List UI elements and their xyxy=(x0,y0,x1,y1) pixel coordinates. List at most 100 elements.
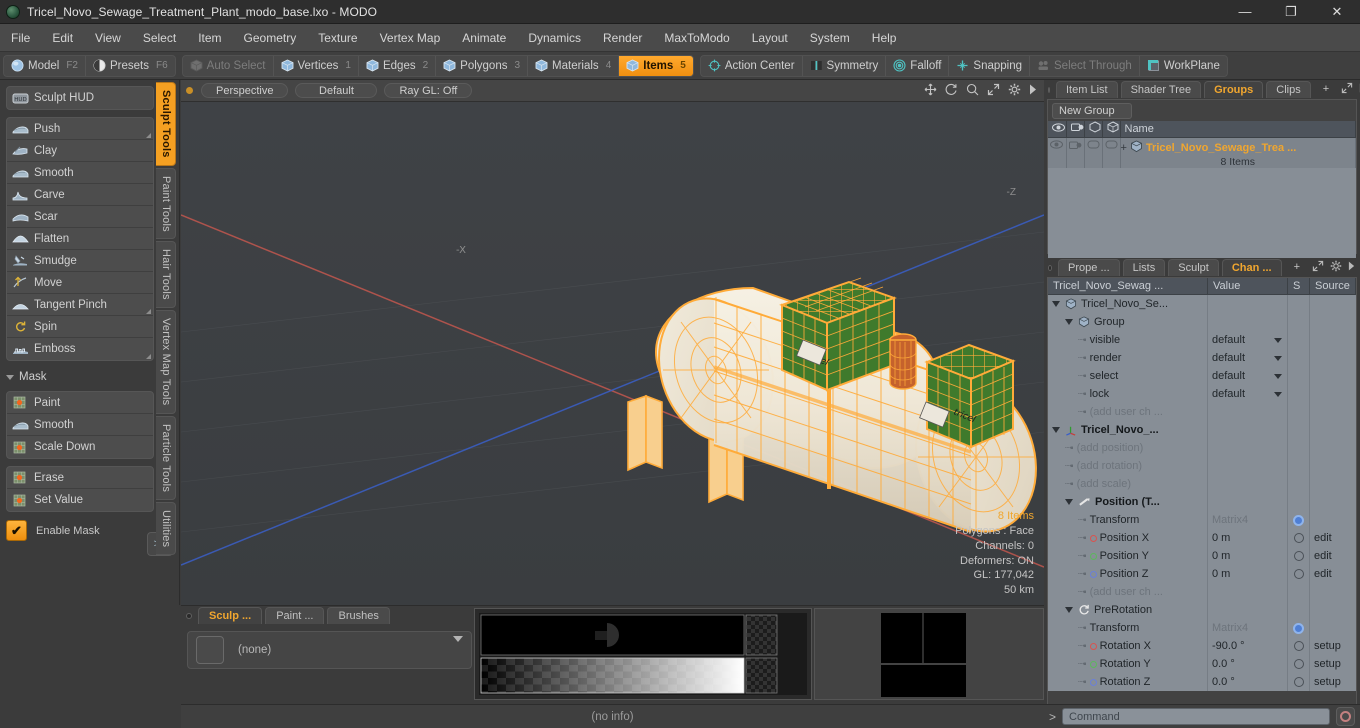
mode-button-auto-select[interactable]: Auto Select xyxy=(183,55,274,76)
chevron-down-icon[interactable] xyxy=(1274,337,1282,343)
vertical-tab-hair-tools[interactable]: Hair Tools xyxy=(156,241,176,309)
channel-row[interactable]: Tricel_Novo_Se... xyxy=(1048,295,1356,313)
move-icon[interactable] xyxy=(924,83,937,99)
menu-item-vertex-map[interactable]: Vertex Map xyxy=(369,24,452,52)
channel-source-cell[interactable] xyxy=(1310,295,1356,313)
vertical-tab-paint-tools[interactable]: Paint Tools xyxy=(156,167,176,240)
chevron-down-icon[interactable] xyxy=(1274,373,1282,379)
minimize-button[interactable]: — xyxy=(1222,0,1268,24)
mask-tool-erase[interactable]: Erase xyxy=(7,467,153,489)
channel-s-cell[interactable] xyxy=(1288,313,1310,331)
chevron-down-icon[interactable] xyxy=(453,636,463,642)
groups-tab-groups[interactable]: Groups xyxy=(1204,81,1264,98)
channel-row[interactable]: ┈▪ render default xyxy=(1048,349,1356,367)
chevron-down-icon[interactable] xyxy=(1052,301,1060,307)
more-options-corner-icon[interactable] xyxy=(146,309,151,314)
mask-section-header[interactable]: Mask xyxy=(6,368,154,386)
sculpt-tool-smudge[interactable]: Smudge xyxy=(7,250,153,272)
mode-button-vertices[interactable]: Vertices 1 xyxy=(274,55,359,76)
gear-icon[interactable] xyxy=(1330,260,1342,275)
menu-item-dynamics[interactable]: Dynamics xyxy=(517,24,592,52)
groups-tab-shader-tree[interactable]: Shader Tree xyxy=(1120,81,1202,98)
channel-row[interactable]: ┈▪ Rotation Z 0.0 ° setup xyxy=(1048,673,1356,691)
channel-row[interactable]: ┈▪ (add rotation) xyxy=(1048,457,1356,475)
chevron-right-icon[interactable] xyxy=(1029,84,1037,98)
channel-row[interactable]: ┈▪ Rotation Y 0.0 ° setup xyxy=(1048,655,1356,673)
channel-s-cell[interactable] xyxy=(1288,511,1310,529)
channel-row[interactable]: ┈▪ (add scale) xyxy=(1048,475,1356,493)
row-visible-toggle[interactable] xyxy=(1048,137,1067,168)
state-ring-icon[interactable] xyxy=(1293,551,1304,561)
channel-source-cell[interactable] xyxy=(1310,511,1356,529)
gear-blue-icon[interactable] xyxy=(1293,622,1304,634)
channel-source-cell[interactable] xyxy=(1310,421,1356,439)
channel-s-cell[interactable] xyxy=(1288,655,1310,673)
channel-row[interactable]: ┈▪ Position X 0 m edit xyxy=(1048,529,1356,547)
channel-s-cell[interactable] xyxy=(1288,547,1310,565)
new-group-button[interactable]: New Group xyxy=(1052,103,1132,119)
groups-tab-clips[interactable]: Clips xyxy=(1266,81,1311,98)
expand-icon[interactable] xyxy=(1312,260,1324,275)
mode-button-symmetry[interactable]: Symmetry xyxy=(803,55,887,76)
channel-source-cell[interactable]: setup xyxy=(1310,655,1356,673)
menu-item-edit[interactable]: Edit xyxy=(41,24,84,52)
panel-handle-dot-icon[interactable] xyxy=(1048,86,1050,93)
sculpt-tool-emboss[interactable]: Emboss xyxy=(7,338,153,360)
channel-s-cell[interactable] xyxy=(1288,331,1310,349)
bottom-tab-sculp[interactable]: Sculp ... xyxy=(198,607,263,624)
mask-tool-smooth[interactable]: Smooth xyxy=(7,414,153,436)
mode-button-edges[interactable]: Edges 2 xyxy=(359,55,437,76)
menu-item-texture[interactable]: Texture xyxy=(307,24,368,52)
channel-s-cell[interactable] xyxy=(1288,421,1310,439)
mask-tool-scale-down[interactable]: Scale Down xyxy=(7,436,153,458)
menu-item-system[interactable]: System xyxy=(799,24,861,52)
channel-source-cell[interactable]: edit xyxy=(1310,529,1356,547)
viewport-raygl-dropdown[interactable]: Ray GL: Off xyxy=(384,83,473,98)
channel-s-cell[interactable] xyxy=(1288,367,1310,385)
channel-s-cell[interactable] xyxy=(1288,403,1310,421)
menu-item-render[interactable]: Render xyxy=(592,24,653,52)
channel-source-cell[interactable] xyxy=(1310,403,1356,421)
channel-row[interactable]: ┈▪ select default xyxy=(1048,367,1356,385)
viewport-shading-dropdown[interactable]: Default xyxy=(295,83,378,98)
channel-row[interactable]: ┈▪ Rotation X -90.0 ° setup xyxy=(1048,637,1356,655)
gear-blue-icon[interactable] xyxy=(1293,514,1304,526)
panel-handle-dot-icon[interactable] xyxy=(186,612,192,619)
state-ring-icon[interactable] xyxy=(1293,569,1304,579)
chevron-down-icon[interactable] xyxy=(1065,319,1073,325)
channel-value-cell[interactable]: default xyxy=(1208,367,1288,385)
channel-s-cell[interactable] xyxy=(1288,565,1310,583)
menu-item-geometry[interactable]: Geometry xyxy=(233,24,308,52)
channel-s-cell[interactable] xyxy=(1288,619,1310,637)
state-ring-icon[interactable] xyxy=(1293,641,1304,651)
brush-preset-card[interactable]: (none) xyxy=(187,631,472,669)
mode-button-workplane[interactable]: WorkPlane xyxy=(1140,56,1227,76)
expand-group-icon[interactable]: + xyxy=(1121,142,1127,154)
viewport-view-mode-dropdown[interactable]: Perspective xyxy=(201,83,289,98)
channel-source-cell[interactable] xyxy=(1310,385,1356,403)
row-render-toggle[interactable] xyxy=(1066,137,1085,168)
groups-tab-item-list[interactable]: Item List xyxy=(1056,81,1118,98)
mask-tool-set-value[interactable]: Set Value xyxy=(7,489,153,511)
sculpt-tool-tangent-pinch[interactable]: Tangent Pinch xyxy=(7,294,153,316)
channel-s-cell[interactable] xyxy=(1288,457,1310,475)
channel-source-cell[interactable] xyxy=(1310,349,1356,367)
sculpt-tool-spin[interactable]: Spin xyxy=(7,316,153,338)
mode-button-model[interactable]: Model F2 xyxy=(4,55,86,76)
channel-s-cell[interactable] xyxy=(1288,673,1310,691)
mode-button-items[interactable]: Items 5 xyxy=(619,55,693,76)
channel-source-cell[interactable] xyxy=(1310,619,1356,637)
channels-tab-add-tab[interactable]: + xyxy=(1285,259,1309,276)
channel-source-cell[interactable] xyxy=(1310,331,1356,349)
image-preview-panel[interactable] xyxy=(474,608,812,700)
panel-handle-dot-icon[interactable] xyxy=(1048,264,1053,271)
channel-s-cell[interactable] xyxy=(1288,475,1310,493)
channel-s-cell[interactable] xyxy=(1288,439,1310,457)
vertical-tab-utilities[interactable]: Utilities xyxy=(156,501,176,555)
gear-icon[interactable] xyxy=(1008,83,1021,99)
chevron-down-icon[interactable] xyxy=(1052,427,1060,433)
expand-icon[interactable] xyxy=(987,83,1000,99)
channel-row[interactable]: ┈▪ (add position) xyxy=(1048,439,1356,457)
state-ring-icon[interactable] xyxy=(1293,533,1304,543)
channel-row[interactable]: ┈▪ lock default xyxy=(1048,385,1356,403)
